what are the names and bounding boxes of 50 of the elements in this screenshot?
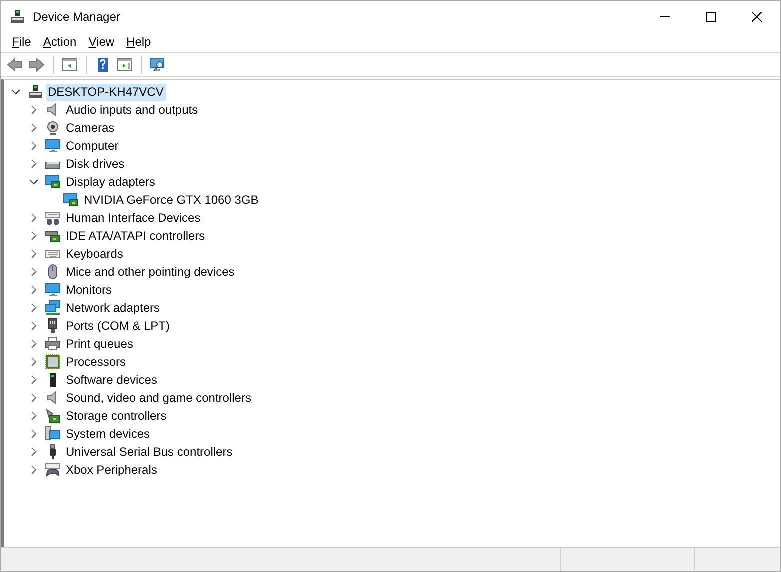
tree-item[interactable]: Monitors xyxy=(64,282,114,298)
computer-icon xyxy=(27,84,43,100)
network-icon xyxy=(45,300,61,316)
tree-item[interactable]: Audio inputs and outputs xyxy=(64,102,200,118)
tree-item[interactable]: Storage controllers xyxy=(64,408,169,424)
tree-item[interactable]: NVIDIA GeForce GTX 1060 3GB xyxy=(82,192,261,208)
forward-arrow-icon xyxy=(29,56,45,72)
webcam-icon xyxy=(45,120,61,136)
system-monitor-icon xyxy=(45,426,61,442)
monitor-icon xyxy=(45,282,61,298)
tree-item[interactable]: Universal Serial Bus controllers xyxy=(64,444,235,460)
window-title: Device Manager xyxy=(33,8,120,26)
chip-icon xyxy=(45,354,61,370)
window-panel-icon xyxy=(62,56,78,72)
printer-icon xyxy=(45,336,61,352)
tree-item[interactable]: Xbox Peripherals xyxy=(64,462,160,478)
storage-card-icon xyxy=(45,408,61,424)
minimize-icon xyxy=(660,16,670,17)
tree-item[interactable]: Ports (COM & LPT) xyxy=(64,318,172,334)
tree-item[interactable]: Cameras xyxy=(64,120,117,136)
tree-item[interactable]: Software devices xyxy=(64,372,160,388)
menu-item[interactable]: Help xyxy=(120,32,158,52)
tree-item[interactable]: Sound, video and game controllers xyxy=(64,390,254,406)
tree-item[interactable]: System devices xyxy=(64,426,152,442)
tree-item[interactable]: Mice and other pointing devices xyxy=(64,264,237,280)
monitor-search-icon xyxy=(150,56,166,72)
help-icon xyxy=(95,56,111,72)
tree-item[interactable]: Display adapters xyxy=(64,174,158,190)
tree-item[interactable]: Network adapters xyxy=(64,300,162,316)
tree-item[interactable]: Keyboards xyxy=(64,246,126,262)
tree-item[interactable]: Print queues xyxy=(64,336,136,352)
tree-item[interactable]: DESKTOP-KH47VCV xyxy=(46,84,166,100)
keyboard-mouse-icon xyxy=(45,210,61,226)
menu-item[interactable]: File xyxy=(6,32,38,52)
gamepad-icon xyxy=(45,462,61,478)
display-card-icon xyxy=(63,192,79,208)
tree-item[interactable]: Human Interface Devices xyxy=(64,210,203,226)
maximize-icon xyxy=(706,12,716,22)
display-card-icon xyxy=(45,174,61,190)
back-arrow-icon xyxy=(7,56,23,72)
close-icon xyxy=(752,12,762,22)
tree-item[interactable]: Processors xyxy=(64,354,128,370)
menu-item[interactable]: Action xyxy=(37,32,83,52)
device-manager-icon xyxy=(9,8,25,24)
menu-item[interactable]: View xyxy=(82,32,121,52)
window-panel-icon xyxy=(117,56,133,72)
tree-item[interactable]: Disk drives xyxy=(64,156,127,172)
tree-item[interactable]: Computer xyxy=(64,138,121,154)
monitor-icon xyxy=(45,138,61,154)
tree-item[interactable]: IDE ATA/ATAPI controllers xyxy=(64,228,208,244)
